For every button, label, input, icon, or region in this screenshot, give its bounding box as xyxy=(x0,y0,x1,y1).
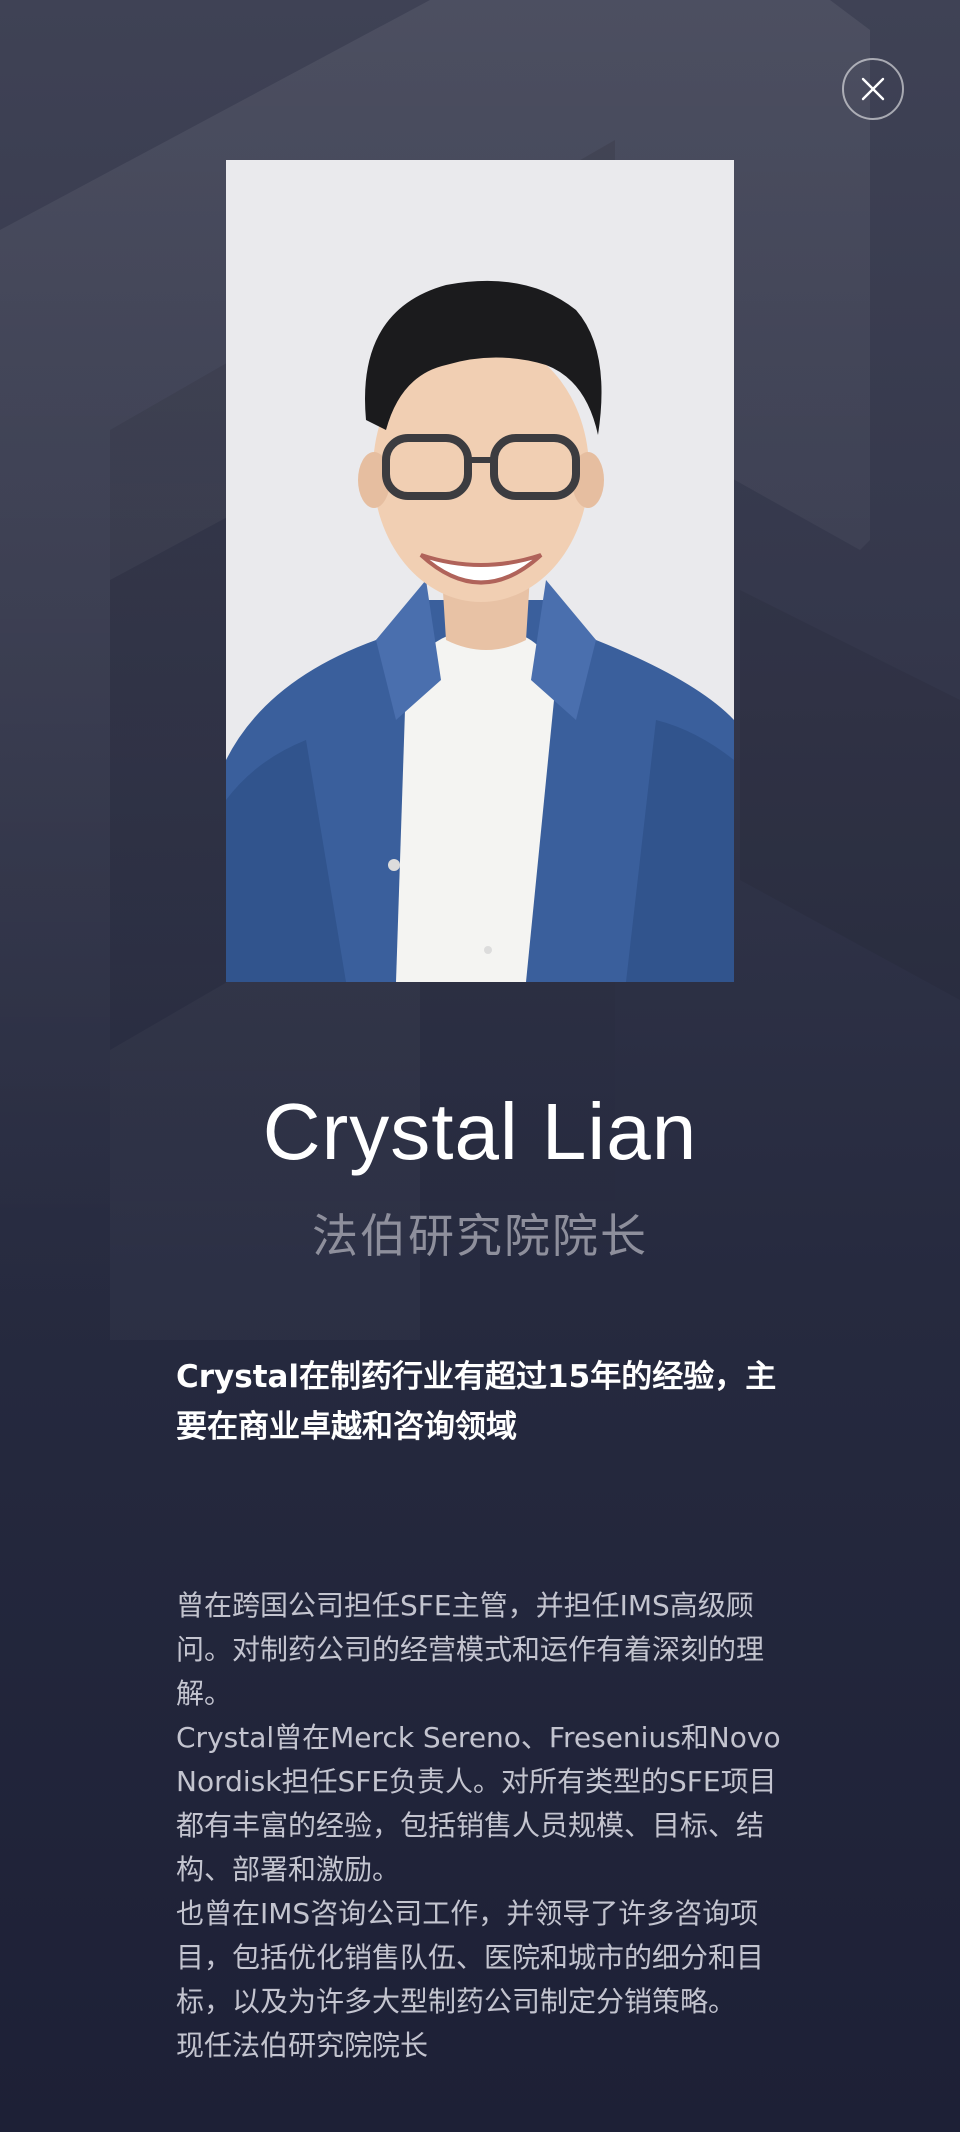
bio-paragraph: 也曾在IMS咨询公司工作，并领导了许多咨询项目，包括优化销售队伍、医院和城市的细… xyxy=(176,1897,765,2018)
profile-page: Crystal Lian 法伯研究院院长 Crystal在制药行业有超过15年的… xyxy=(0,0,960,2132)
profile-headline: Crystal在制药行业有超过15年的经验，主要在商业卓越和咨询领域 xyxy=(176,1359,777,1445)
profile-bio: 曾在跨国公司担任SFE主管，并担任IMS高级顾问。对制药公司的经营模式和运作有着… xyxy=(176,1584,796,2068)
close-icon xyxy=(861,77,885,101)
bio-paragraph: 曾在跨国公司担任SFE主管，并担任IMS高级顾问。对制药公司的经营模式和运作有着… xyxy=(176,1589,765,1710)
person-name: Crystal Lian xyxy=(262,1087,698,1176)
bio-paragraph: Crystal曾在Merck Sereno、Fresenius和Novo Nor… xyxy=(176,1721,781,1886)
close-button[interactable] xyxy=(842,58,904,120)
person-title: 法伯研究院院长 xyxy=(312,1209,648,1263)
portrait-photo xyxy=(226,160,734,982)
bio-paragraph: 现任法伯研究院院长 xyxy=(176,2029,429,2062)
